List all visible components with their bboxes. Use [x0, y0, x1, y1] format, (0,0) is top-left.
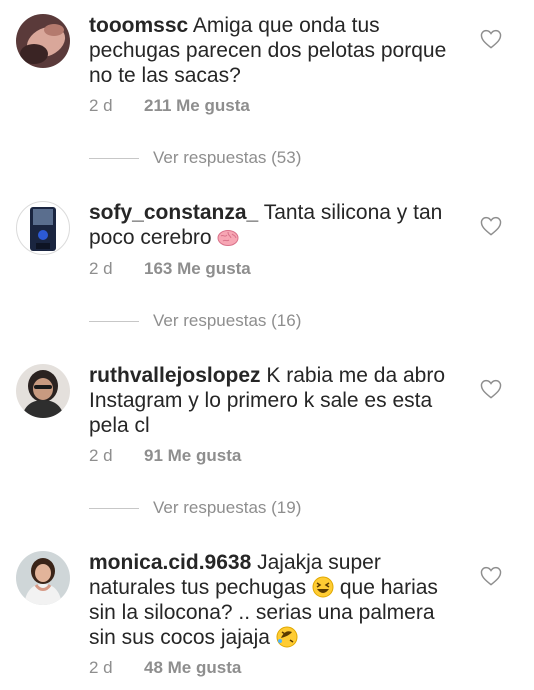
like-heart-icon[interactable]: [480, 216, 502, 236]
comment-text: ruthvallejoslopez K rabia me da abro Ins…: [89, 363, 459, 438]
comment-username[interactable]: ruthvallejoslopez: [89, 364, 261, 387]
like-count[interactable]: 91 Me gusta: [144, 446, 241, 465]
profile-photo-icon: [16, 201, 70, 255]
rolling-laughing-emoji-icon: [276, 626, 298, 648]
profile-photo-icon: [16, 551, 70, 605]
avatar[interactable]: [16, 14, 70, 68]
grinning-squinting-emoji-icon: [312, 576, 334, 598]
like-count[interactable]: 48 Me gusta: [144, 658, 241, 677]
comment-meta: 2 d 91 Me gusta: [89, 446, 241, 466]
like-heart-icon[interactable]: [480, 29, 502, 49]
view-replies-button[interactable]: Ver respuestas (19): [89, 498, 301, 518]
like-count[interactable]: 163 Me gusta: [144, 259, 251, 278]
replies-divider: [89, 321, 139, 323]
view-replies-label: Ver respuestas (16): [153, 311, 302, 330]
avatar[interactable]: [16, 201, 70, 255]
comment-time: 2 d: [89, 259, 113, 278]
comment-time: 2 d: [89, 658, 113, 677]
replies-divider: [89, 508, 139, 510]
comment-username[interactable]: monica.cid.9638: [89, 551, 251, 574]
like-count[interactable]: 211 Me gusta: [144, 96, 250, 115]
profile-photo-icon: [16, 14, 70, 68]
comment-meta: 2 d 163 Me gusta: [89, 259, 251, 279]
comment-text: sofy_constanza_ Tanta silicona y tan poc…: [89, 200, 459, 250]
comments-list: tooomssc Amiga que onda tus pechugas par…: [0, 0, 534, 690]
comment-text: monica.cid.9638 Jajakja super naturales …: [89, 550, 459, 650]
comment-time: 2 d: [89, 96, 113, 115]
brain-emoji-icon: [217, 226, 239, 248]
profile-photo-icon: [16, 364, 70, 418]
like-heart-icon[interactable]: [480, 379, 502, 399]
comment-meta: 2 d 48 Me gusta: [89, 658, 241, 678]
comment-username[interactable]: sofy_constanza_: [89, 201, 258, 224]
avatar[interactable]: [16, 551, 70, 605]
comment-meta: 2 d 211 Me gusta: [89, 96, 250, 116]
comment-time: 2 d: [89, 446, 113, 465]
like-heart-icon[interactable]: [480, 566, 502, 586]
replies-divider: [89, 158, 139, 160]
view-replies-button[interactable]: Ver respuestas (53): [89, 148, 301, 168]
comment-text: tooomssc Amiga que onda tus pechugas par…: [89, 13, 459, 88]
view-replies-button[interactable]: Ver respuestas (16): [89, 311, 301, 331]
avatar[interactable]: [16, 364, 70, 418]
view-replies-label: Ver respuestas (19): [153, 498, 302, 517]
view-replies-label: Ver respuestas (53): [153, 148, 302, 167]
comment-username[interactable]: tooomssc: [89, 14, 188, 37]
